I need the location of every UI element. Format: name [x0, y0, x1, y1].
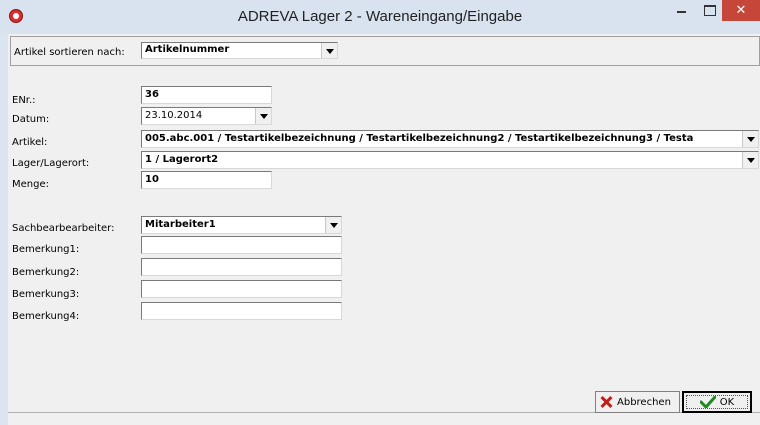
cancel-x-icon [600, 396, 612, 408]
bemerkung3-field[interactable] [141, 280, 342, 298]
datum-value: 23.10.2014 [145, 110, 203, 121]
datum-picker[interactable]: 23.10.2014 [141, 107, 272, 125]
chevron-down-icon[interactable] [321, 43, 337, 58]
bemerkung2-field[interactable] [141, 258, 342, 276]
dialog-client-area: Artikel sortieren nach: Artikelnummer EN… [8, 34, 760, 425]
lager-value: 1 / Lagerort2 [145, 154, 219, 165]
sachbearbeiter-label: Sachbearbearbeiter: [12, 223, 115, 234]
enr-field[interactable]: 36 [141, 86, 272, 104]
title-bar[interactable]: ADREVA Lager 2 - Wareneingang/Eingabe ✕ [0, 0, 760, 34]
sachbearbeiter-select[interactable]: Mitarbeiter1 [141, 216, 342, 234]
menge-field[interactable]: 10 [141, 171, 272, 189]
app-window: ADREVA Lager 2 - Wareneingang/Eingabe ✕ … [0, 0, 760, 425]
menge-label: Menge: [12, 179, 49, 190]
ok-button-label: OK [719, 396, 735, 408]
artikel-label: Artikel: [12, 137, 48, 148]
sort-panel: Artikel sortieren nach: Artikelnummer [10, 36, 760, 66]
bemerkung4-label: Bemerkung4: [12, 311, 80, 322]
bemerkung3-label: Bemerkung3: [12, 289, 80, 300]
chevron-down-icon[interactable] [325, 217, 341, 233]
window-title: ADREVA Lager 2 - Wareneingang/Eingabe [237, 8, 523, 25]
enr-label: ENr.: [12, 95, 36, 106]
maximize-button[interactable] [696, 0, 722, 21]
sort-select[interactable]: Artikelnummer [141, 42, 338, 59]
minimize-button[interactable] [668, 0, 694, 21]
checkmark-icon [699, 396, 716, 408]
bemerkung1-field[interactable] [141, 236, 342, 254]
close-button[interactable]: ✕ [722, 0, 760, 21]
chevron-down-icon[interactable] [742, 152, 758, 168]
sort-label: Artikel sortieren nach: [14, 47, 125, 58]
bemerkung4-field[interactable] [141, 302, 342, 320]
sachbearbeiter-value: Mitarbeiter1 [145, 219, 216, 230]
cancel-button[interactable]: Abbrechen [595, 391, 680, 413]
ok-button[interactable]: OK [682, 391, 752, 413]
lager-label: Lager/Lagerort: [12, 158, 90, 169]
bemerkung2-label: Bemerkung2: [12, 267, 80, 278]
lager-select[interactable]: 1 / Lagerort2 [141, 151, 759, 169]
cancel-button-label: Abbrechen [617, 396, 671, 408]
calendar-dropdown-icon[interactable] [255, 108, 271, 124]
chevron-down-icon[interactable] [742, 131, 758, 147]
artikel-value: 005.abc.001 / Testartikelbezeichnung / T… [145, 133, 694, 144]
close-icon: ✕ [735, 3, 747, 18]
bemerkung1-label: Bemerkung1: [12, 244, 80, 255]
artikel-select[interactable]: 005.abc.001 / Testartikelbezeichnung / T… [141, 130, 759, 148]
sort-select-value: Artikelnummer [145, 44, 230, 55]
datum-label: Datum: [12, 114, 50, 125]
